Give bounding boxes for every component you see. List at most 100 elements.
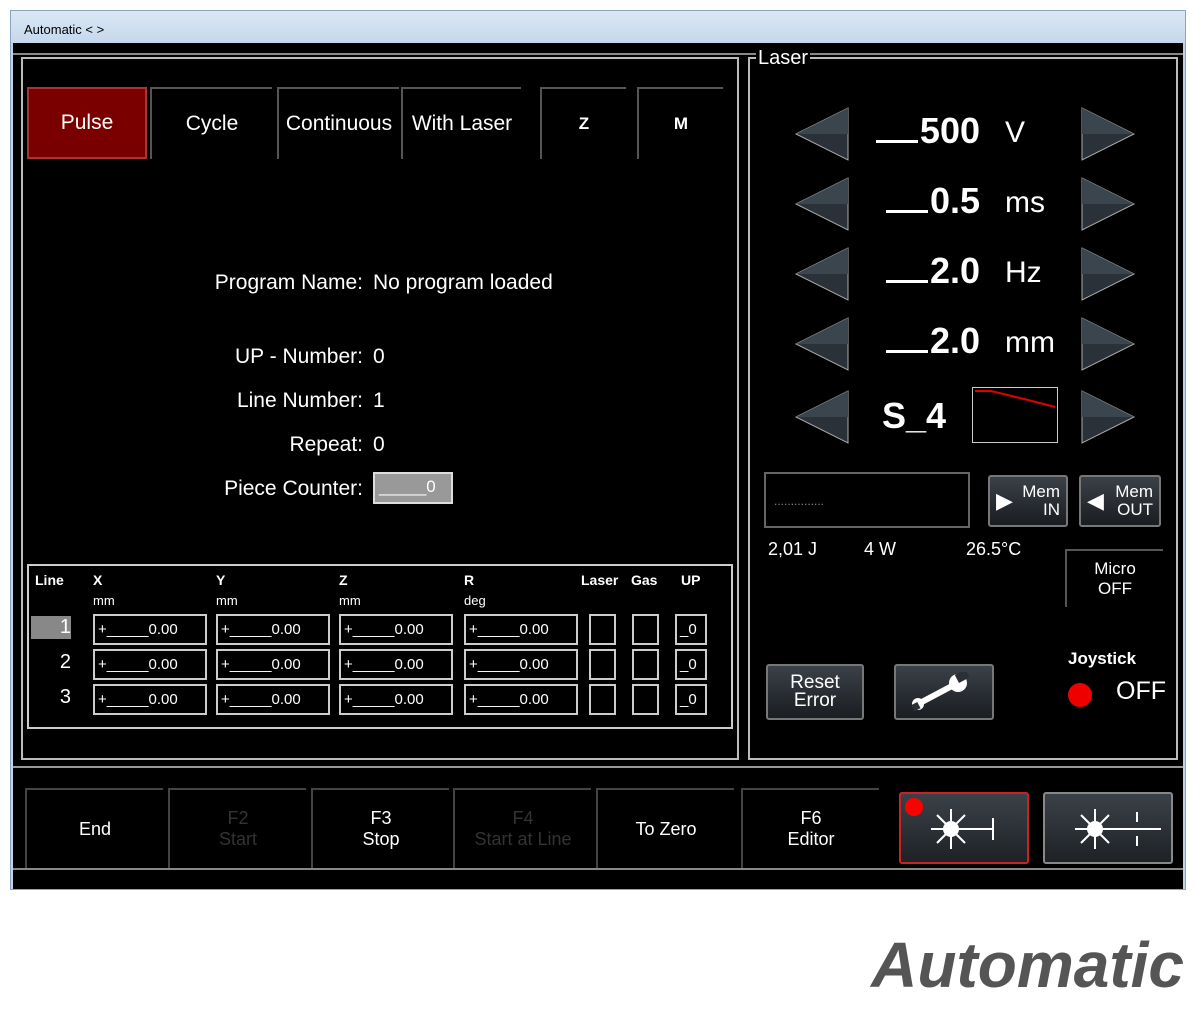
line-number-cell[interactable]: 3 [31, 686, 71, 709]
function-bar: End F2 Start F3 Stop F4 Start at Line To Zero F6… [13, 766, 1183, 881]
param-value[interactable]: 2.0 [860, 250, 980, 292]
tab-pulse[interactable]: Pulse [27, 87, 147, 159]
param-value[interactable]: 0.5 [860, 180, 980, 222]
param-increase-button[interactable] [1080, 316, 1136, 372]
gas-checkbox[interactable] [632, 684, 659, 715]
coord-z-input[interactable]: +_____0.00 [339, 649, 453, 680]
coord-x-input[interactable]: +_____0.00 [93, 614, 207, 645]
line-number-label: Line Number: [236, 389, 363, 412]
up-input[interactable]: _0 [675, 649, 707, 680]
param-decrease-button[interactable] [794, 246, 850, 302]
tab-with-laser[interactable]: With Laser [401, 87, 521, 159]
col-header-z: Z [339, 572, 348, 588]
coord-z-input[interactable]: +_____0.00 [339, 614, 453, 645]
line-number-cell[interactable]: 2 [31, 651, 71, 674]
coord-x-input[interactable]: +_____0.00 [93, 649, 207, 680]
program-name-label: Program Name: [214, 271, 363, 294]
up-number-label: UP - Number: [235, 345, 363, 368]
play-right-icon: ▶ [996, 488, 1013, 513]
program-panel: Pulse Cycle Continuous With Laser Z M Pr… [21, 57, 739, 760]
laser-checkbox[interactable] [589, 684, 616, 715]
status-led-red [905, 798, 923, 816]
laser-checkbox[interactable] [589, 649, 616, 680]
tab-continuous[interactable]: Continuous [277, 87, 399, 159]
param-unit: Hz [1005, 256, 1042, 289]
unit-x: mm [93, 593, 115, 608]
coord-y-input[interactable]: +_____0.00 [216, 614, 330, 645]
function-button[interactable]: To Zero [596, 788, 734, 868]
play-left-icon: ◀ [1087, 488, 1104, 513]
coord-z-input[interactable]: +_____0.00 [339, 684, 453, 715]
laser-checkbox[interactable] [589, 614, 616, 645]
shape-name: S_4 [882, 395, 947, 436]
laser-beam-blocked-icon [931, 809, 994, 849]
joystick-label: Joystick [1068, 649, 1137, 668]
caption-title: Automatic [871, 929, 1184, 1001]
joystick-status-led [1068, 683, 1092, 707]
col-header-r: R [464, 572, 475, 588]
param-value[interactable]: 2.0 [860, 320, 980, 362]
col-header-y: Y [216, 572, 226, 588]
param-increase-button[interactable] [1080, 246, 1136, 302]
coord-r-input[interactable]: +_____0.00 [464, 649, 578, 680]
unit-z: mm [339, 593, 361, 608]
line-number-value: 1 [373, 389, 385, 412]
col-header-x: X [93, 572, 103, 588]
param-increase-button[interactable] [1080, 106, 1136, 162]
up-input[interactable]: _0 [675, 684, 707, 715]
param-decrease-button[interactable] [794, 106, 850, 162]
program-name-value: No program loaded [373, 271, 553, 294]
reset-error-button[interactable]: Reset Error [766, 664, 864, 720]
function-button[interactable]: F3 Stop [311, 788, 449, 868]
shape-increase-button[interactable] [1080, 389, 1136, 445]
repeat-label: Repeat: [289, 433, 363, 456]
gas-checkbox[interactable] [632, 649, 659, 680]
param-increase-button[interactable] [1080, 176, 1136, 232]
coord-y-input[interactable]: +_____0.00 [216, 649, 330, 680]
program-lines-table: Line X Y Z R Laser Gas UP mm mm mm deg 1… [27, 564, 733, 729]
up-input[interactable]: _0 [675, 614, 707, 645]
coord-r-input[interactable]: +_____0.00 [464, 614, 578, 645]
laser-beam-open-icon [1075, 809, 1161, 849]
param-unit: mm [1005, 326, 1055, 359]
tab-cycle[interactable]: Cycle [150, 87, 272, 159]
function-button[interactable]: F2 Start [168, 788, 306, 868]
function-button[interactable]: End [25, 788, 163, 868]
param-unit: V [1005, 116, 1026, 149]
unit-y: mm [216, 593, 238, 608]
col-header-gas: Gas [631, 572, 658, 588]
title-bar: Automatic < > [11, 11, 1185, 43]
shape-decrease-button[interactable] [794, 389, 850, 445]
power-readout: 4 W [864, 539, 897, 559]
line-number-cell[interactable]: 1 [31, 616, 71, 639]
piece-counter-input[interactable]: _____0 [373, 472, 453, 504]
wrench-icon [912, 672, 970, 712]
laser-shutter-open-button[interactable] [1043, 792, 1173, 864]
temperature-readout: 26.5°C [966, 539, 1022, 559]
param-unit: ms [1005, 186, 1045, 219]
coord-y-input[interactable]: +_____0.00 [216, 684, 330, 715]
mem-out-button[interactable]: ◀ Mem OUT [1079, 475, 1161, 527]
function-button[interactable]: F4 Start at Line [453, 788, 591, 868]
micro-toggle[interactable]: Micro OFF [1065, 549, 1163, 607]
coord-r-input[interactable]: +_____0.00 [464, 684, 578, 715]
settings-button[interactable] [894, 664, 994, 720]
param-decrease-button[interactable] [794, 316, 850, 372]
up-number-value: 0 [373, 345, 385, 368]
tab-m[interactable]: M [637, 87, 723, 159]
laser-panel: Laser 500 V 0.5 ms 2.0 Hz 2.0 mm S_4 ..........… [748, 47, 1178, 760]
unit-r: deg [464, 593, 486, 608]
shape-curve-preview [972, 387, 1058, 443]
param-value[interactable]: 500 [860, 110, 980, 152]
laser-shutter-closed-button[interactable] [899, 792, 1029, 864]
param-decrease-button[interactable] [794, 176, 850, 232]
col-header-up: UP [681, 572, 701, 588]
laser-panel-title: Laser [756, 47, 811, 70]
main-content: Pulse Cycle Continuous With Laser Z M Pr… [13, 43, 1183, 889]
gas-checkbox[interactable] [632, 614, 659, 645]
coord-x-input[interactable]: +_____0.00 [93, 684, 207, 715]
col-header-laser: Laser [581, 572, 619, 588]
tab-z[interactable]: Z [540, 87, 626, 159]
function-button[interactable]: F6 Editor [741, 788, 879, 868]
mem-in-button[interactable]: ▶ Mem IN [988, 475, 1068, 527]
